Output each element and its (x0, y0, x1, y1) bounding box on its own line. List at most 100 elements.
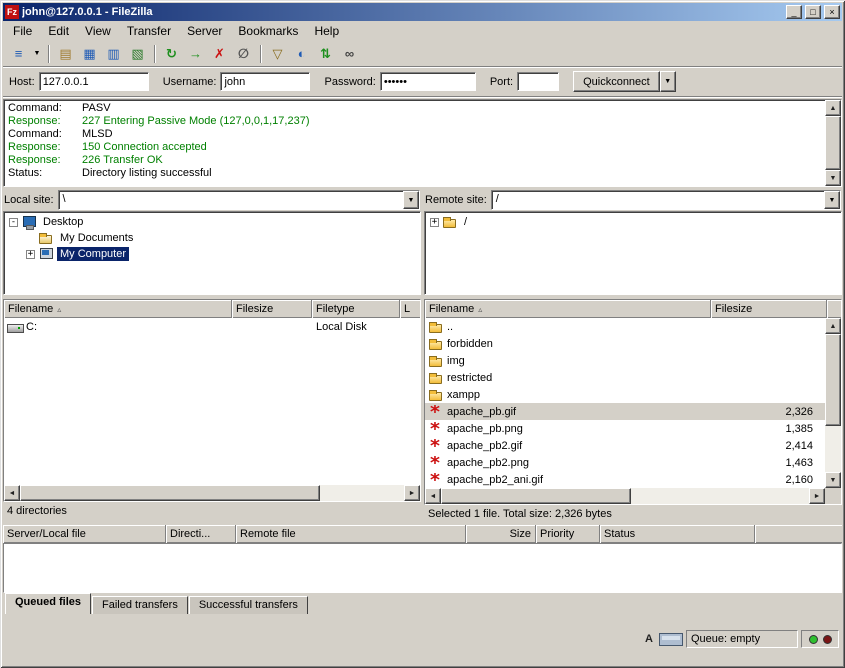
quickconnect-bar: Host: Username: Password: Port: Quickcon… (3, 67, 842, 97)
file-row[interactable]: apache_pb.png 1,385 (425, 420, 825, 437)
remote-site-bar: Remote site: / ▼ (424, 189, 842, 211)
menu-item[interactable]: Help (306, 22, 347, 40)
quickconnect-dropdown-button[interactable]: ▼ (660, 71, 676, 92)
message-log-toggle-icon[interactable]: ▤ (54, 43, 77, 64)
remote-horizontal-scrollbar[interactable]: ◄ ► (425, 488, 825, 504)
tree-expander[interactable]: - (9, 218, 18, 227)
tree-expander[interactable]: + (430, 218, 439, 227)
file-row[interactable]: img (425, 352, 825, 369)
queue-tab[interactable]: Failed transfers (92, 596, 188, 614)
cancel-icon[interactable]: ✗ (208, 43, 231, 64)
file-row[interactable]: apache_pb2_ani.gif 2,160 (425, 471, 825, 488)
menu-item[interactable]: Server (179, 22, 230, 40)
transfer-queue-toggle-icon[interactable]: ▧ (126, 43, 149, 64)
menu-item[interactable]: Transfer (119, 22, 179, 40)
local-file-list-body: C: Local Disk (4, 318, 420, 485)
scroll-right-button[interactable]: ► (809, 488, 825, 504)
column-header-last-modified[interactable]: L (400, 300, 420, 318)
port-input[interactable] (517, 72, 559, 91)
site-manager-icon[interactable]: ≡ (7, 43, 30, 64)
folder-icon (428, 354, 444, 368)
queue-column-header[interactable]: Directi... (166, 525, 236, 543)
local-horizontal-scrollbar[interactable]: ◄ ► (4, 485, 420, 501)
site-manager-dropdown-button[interactable]: ▼ (31, 43, 43, 64)
file-row[interactable]: apache_pb2.gif 2,414 (425, 437, 825, 454)
file-row[interactable]: C: Local Disk (4, 318, 420, 335)
directory-comparison-icon[interactable]: ◐ (290, 43, 313, 64)
quickconnect-button[interactable]: Quickconnect (573, 71, 660, 92)
disconnect-icon[interactable]: ∅ (232, 43, 255, 64)
log-line-type: Response: (8, 141, 82, 154)
host-input[interactable] (39, 72, 149, 91)
minimize-button[interactable]: _ (786, 5, 802, 19)
scroll-down-button[interactable]: ▼ (825, 472, 841, 488)
refresh-icon[interactable]: ↻ (160, 43, 183, 64)
toolbar-separator (154, 45, 156, 63)
queue-column-header[interactable]: Priority (536, 525, 600, 543)
menu-item[interactable]: View (77, 22, 119, 40)
column-header-filename[interactable]: Filename ▵ (4, 300, 232, 318)
queue-column-header[interactable]: Server/Local file (3, 525, 166, 543)
local-tree-toggle-icon[interactable]: ▦ (78, 43, 101, 64)
queue-column-header[interactable]: Size (466, 525, 536, 543)
column-header-filesize[interactable]: Filesize (232, 300, 312, 318)
scrollbar-track[interactable] (320, 485, 404, 501)
file-row[interactable]: apache_pb2.png 1,463 (425, 454, 825, 471)
receive-indicator-led (809, 635, 818, 644)
close-button[interactable]: × (824, 5, 840, 19)
scrollbar-thumb[interactable] (825, 334, 841, 426)
find-files-icon[interactable]: ∞ (338, 43, 361, 64)
queue-tab[interactable]: Successful transfers (189, 596, 308, 614)
remote-site-combobox[interactable]: / ▼ (491, 190, 841, 210)
scroll-down-button[interactable]: ▼ (825, 170, 841, 186)
encryption-status-icon (659, 633, 683, 646)
file-row[interactable]: forbidden (425, 335, 825, 352)
queue-tab[interactable]: Queued files (5, 593, 91, 614)
password-input[interactable] (380, 72, 476, 91)
scroll-up-button[interactable]: ▲ (825, 100, 841, 116)
scrollbar-thumb[interactable] (825, 116, 841, 170)
column-header-filetype[interactable]: Filetype (312, 300, 400, 318)
file-name-cell: apache_pb.png (425, 422, 711, 436)
directory-filter-icon[interactable]: ▽ (266, 43, 289, 64)
file-row[interactable]: apache_pb.gif 2,326 (425, 403, 825, 420)
tree-item[interactable]: My Documents (6, 230, 418, 246)
sync-browsing-icon[interactable]: ⇅ (314, 43, 337, 64)
log-scrollbar[interactable]: ▲ ▼ (825, 100, 841, 186)
scrollbar-thumb[interactable] (441, 488, 631, 504)
local-site-bar: Local site: \ ▼ (3, 189, 421, 211)
username-input[interactable] (220, 72, 310, 91)
menu-item[interactable]: File (5, 22, 40, 40)
remote-vertical-scrollbar[interactable]: ▲ ▼ (825, 318, 841, 488)
scrollbar-track[interactable] (825, 426, 841, 472)
combo-dropdown-button[interactable]: ▼ (824, 191, 840, 209)
menu-item[interactable]: Bookmarks (230, 22, 306, 40)
column-header-filesize[interactable]: Filesize (711, 300, 827, 318)
column-header-pad (827, 300, 841, 318)
tree-item[interactable]: + / (427, 214, 839, 230)
tree-item[interactable]: + My Computer (6, 246, 418, 262)
scroll-left-button[interactable]: ◄ (4, 485, 20, 501)
combo-dropdown-button[interactable]: ▼ (403, 191, 419, 209)
file-row[interactable]: xampp (425, 386, 825, 403)
column-header-filename[interactable]: Filename ▵ (425, 300, 711, 318)
tree-expander[interactable]: + (26, 250, 35, 259)
maximize-button[interactable]: □ (805, 5, 821, 19)
menu-item[interactable]: Edit (40, 22, 77, 40)
queue-column-header[interactable]: Remote file (236, 525, 466, 543)
main-panes: Local site: \ ▼ - Desktop My Documents (3, 189, 842, 521)
scroll-right-button[interactable]: ► (404, 485, 420, 501)
file-row[interactable]: restricted (425, 369, 825, 386)
queue-column-header[interactable]: Status (600, 525, 755, 543)
process-queue-icon[interactable]: → (184, 43, 207, 64)
file-name-cell: apache_pb2.png (425, 456, 711, 470)
scroll-up-button[interactable]: ▲ (825, 318, 841, 334)
tree-item[interactable]: - Desktop (6, 214, 418, 230)
file-row[interactable]: .. (425, 318, 825, 335)
transfer-type-ascii-icon[interactable]: A (642, 631, 656, 647)
scrollbar-track[interactable] (631, 488, 809, 504)
scrollbar-thumb[interactable] (20, 485, 320, 501)
remote-tree-toggle-icon[interactable]: ▥ (102, 43, 125, 64)
scroll-left-button[interactable]: ◄ (425, 488, 441, 504)
local-site-combobox[interactable]: \ ▼ (58, 190, 420, 210)
